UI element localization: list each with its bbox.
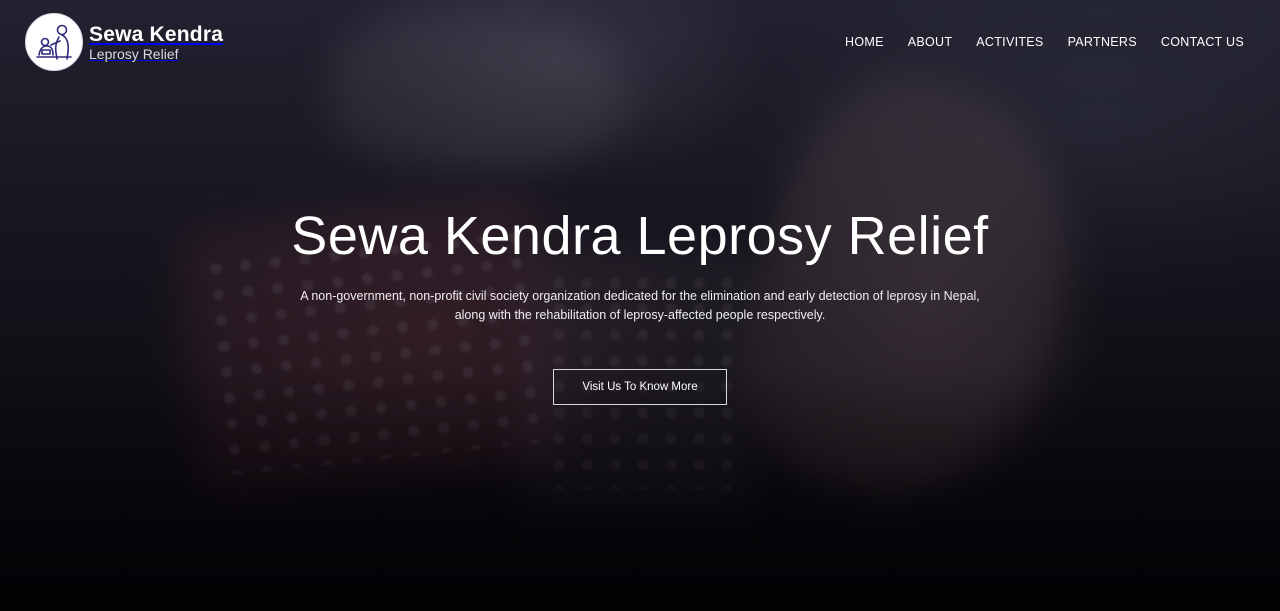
caregiver-illustration-icon <box>25 13 83 71</box>
nav-about[interactable]: ABOUT <box>908 35 953 49</box>
brand-name: Sewa Kendra <box>89 22 224 46</box>
brand-text: Sewa Kendra Leprosy Relief <box>89 24 223 61</box>
hero-title: Sewa Kendra Leprosy Relief <box>291 206 989 266</box>
navbar: Sewa Kendra Leprosy Relief HOME ABOUT AC… <box>0 0 1280 84</box>
hero-content: Sewa Kendra Leprosy Relief A non-governm… <box>0 205 1280 405</box>
brand-subtitle: Leprosy Relief <box>89 45 179 62</box>
hero-description-line-2: along with the rehabilitation of leprosy… <box>454 308 826 322</box>
hero-description: A non-government, non-profit civil socie… <box>290 287 990 325</box>
nav-home[interactable]: HOME <box>845 35 884 49</box>
nav-contact-us[interactable]: CONTACT US <box>1161 35 1244 49</box>
hero-description-line-1: A non-government, non-profit civil socie… <box>300 289 980 303</box>
visit-us-button[interactable]: Visit Us To Know More <box>553 369 727 405</box>
hero-section: Sewa Kendra Leprosy Relief HOME ABOUT AC… <box>0 0 1280 611</box>
main-nav: HOME ABOUT ACTIVITES PARTNERS CONTACT US <box>845 33 1244 51</box>
brand-link[interactable]: Sewa Kendra Leprosy Relief <box>25 13 223 71</box>
nav-partners[interactable]: PARTNERS <box>1068 35 1137 49</box>
nav-activities[interactable]: ACTIVITES <box>976 35 1043 49</box>
